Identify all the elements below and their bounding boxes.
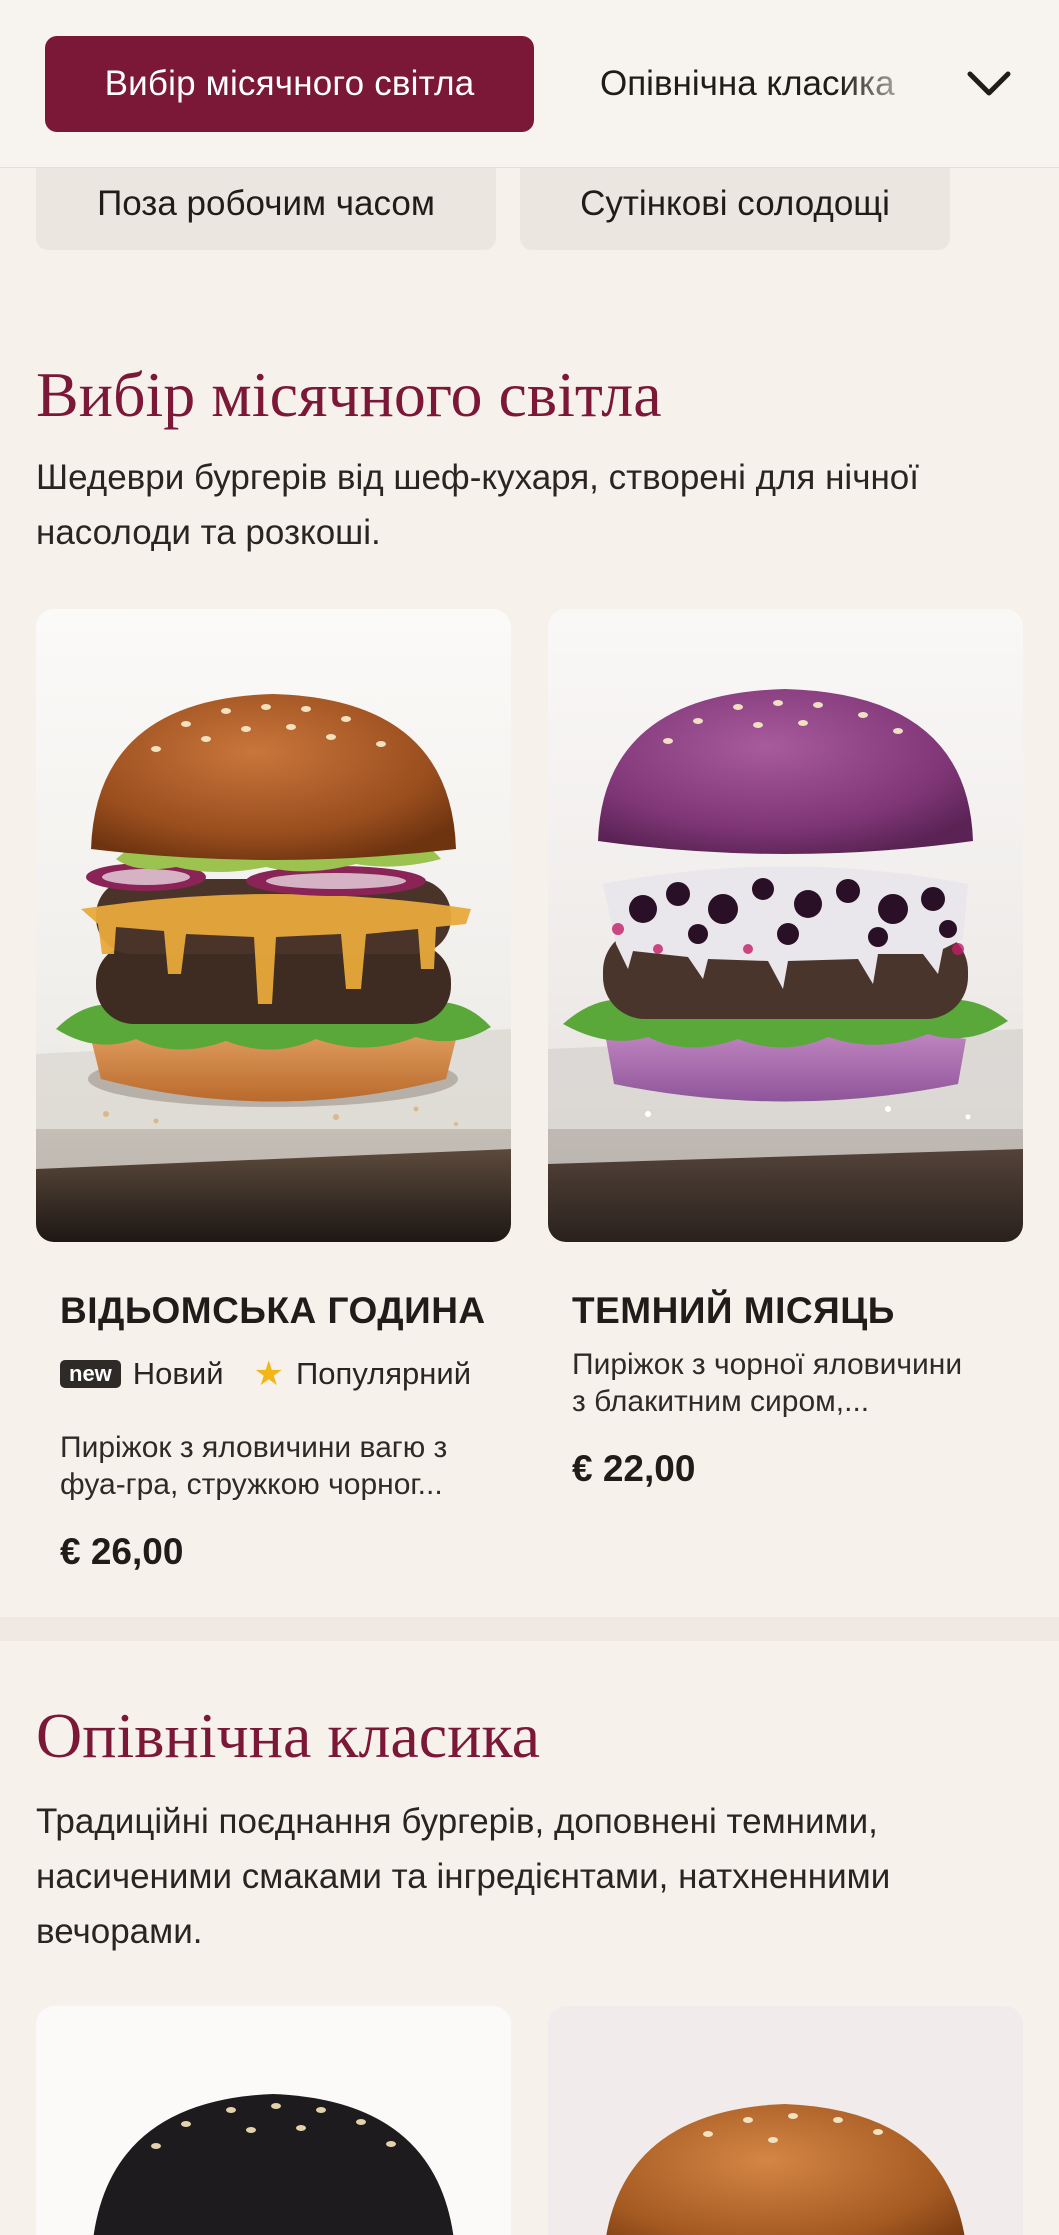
product-description: Пиріжок з чорної яловичини з блакитним с… <box>572 1346 992 1420</box>
category-pill-moonlight-selection[interactable]: Вибір місячного світла <box>45 36 534 132</box>
category-pill-label: Вибір місячного світла <box>104 64 475 103</box>
burger-image <box>36 609 511 1242</box>
product-card-image[interactable] <box>36 2006 511 2235</box>
category-pill-label: Сутінкові солодощі <box>580 184 890 223</box>
popular-badge-label: Популярний <box>296 1356 472 1391</box>
product-description-line: фуа-гра, стружкою чорног... <box>60 1468 443 1501</box>
burger-image <box>548 2006 1023 2235</box>
new-badge-label: Новий <box>132 1356 224 1391</box>
category-scroll-fade <box>840 10 970 160</box>
section-title: Вибір місячного світла <box>36 359 662 430</box>
expand-categories-button[interactable] <box>955 50 1023 118</box>
product-card-info[interactable]: ВІДЬОМСЬКА ГОДИНА new Новий ★ Популярний… <box>60 1290 486 1573</box>
new-badge-icon: new <box>60 1360 121 1388</box>
section-description: Шедеври бургерів від шеф-кухаря, створен… <box>36 458 919 552</box>
product-badges: new Новий ★ Популярний <box>60 1354 486 1394</box>
section-divider <box>0 1617 1059 1641</box>
product-description: Пиріжок з яловичини вагю з фуа-гра, стру… <box>60 1429 480 1503</box>
star-icon: ★ <box>253 1355 285 1393</box>
category-pill-label: Поза робочим часом <box>97 184 435 223</box>
product-description-line: Пиріжок з яловичини вагю з <box>60 1431 448 1464</box>
product-description-line: Пиріжок з чорної яловичини <box>572 1348 963 1381</box>
product-card-info[interactable]: ТЕМНИЙ МІСЯЦЬ Пиріжок з чорної яловичини… <box>572 1290 992 1490</box>
category-nav: Вибір місячного світла Опівнічна класика <box>0 0 1059 168</box>
burger-image <box>36 2006 511 2235</box>
chevron-down-icon <box>967 71 1011 96</box>
product-card-image[interactable] <box>548 609 1023 1242</box>
product-price: € 22,00 <box>572 1448 696 1489</box>
product-card-image[interactable] <box>36 609 511 1242</box>
section-description: Традиційні поєднання бургерів, доповнені… <box>36 1802 891 1951</box>
product-card-image[interactable] <box>548 2006 1023 2235</box>
section-title: Опівнічна класика <box>36 1700 540 1771</box>
product-name: ТЕМНИЙ МІСЯЦЬ <box>572 1290 895 1331</box>
burger-image <box>548 609 1023 1242</box>
product-price: € 26,00 <box>60 1531 184 1572</box>
product-name: ВІДЬОМСЬКА ГОДИНА <box>60 1290 486 1331</box>
product-description-line: з блакитним сиром,... <box>572 1385 870 1418</box>
